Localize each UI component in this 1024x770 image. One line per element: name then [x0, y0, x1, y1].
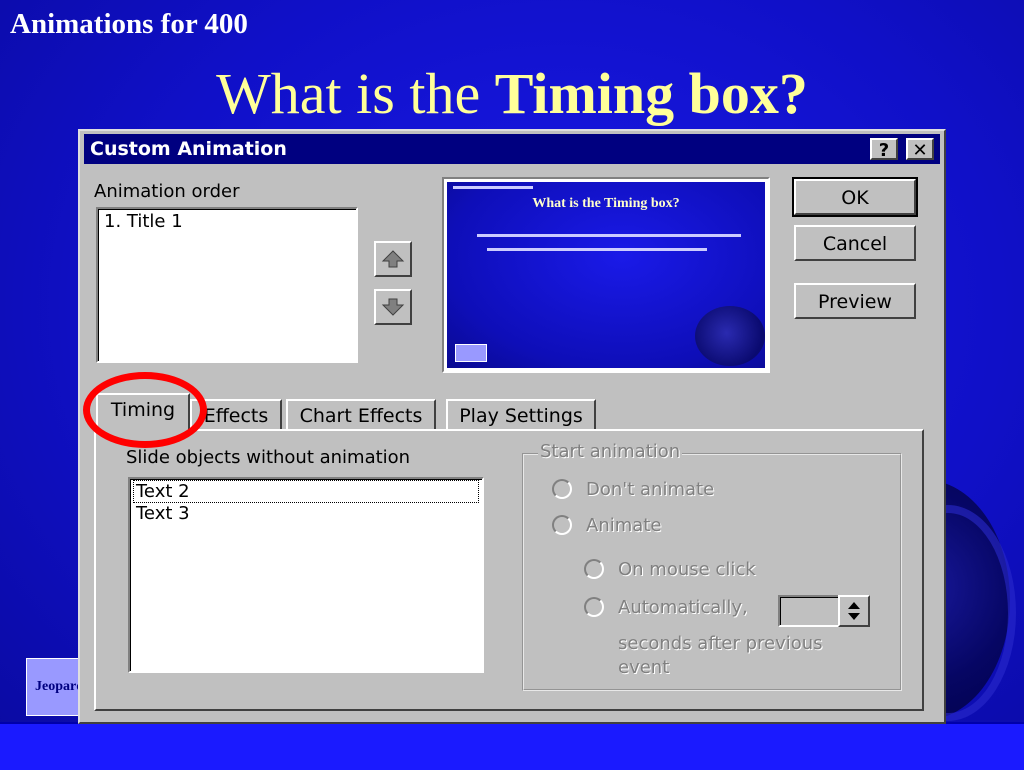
- up-arrow-icon: [381, 250, 405, 268]
- preview-globe: [695, 306, 765, 366]
- spin-arrows-icon: [848, 602, 860, 620]
- slide-question: What is the Timing box?: [0, 60, 1024, 127]
- slide-objects-label: Slide objects without animation: [126, 447, 411, 468]
- slide-object-item[interactable]: Text 3: [136, 503, 190, 524]
- animate-radio[interactable]: [552, 515, 572, 535]
- tab-play-settings[interactable]: Play Settings: [446, 399, 596, 431]
- ok-button[interactable]: OK: [792, 177, 918, 217]
- preview-bullet-line-2: [487, 248, 707, 251]
- down-arrow-icon: [381, 298, 405, 316]
- question-bold: Timing box?: [494, 61, 808, 126]
- move-up-button[interactable]: [374, 241, 412, 277]
- animation-order-label: Animation order: [94, 181, 240, 202]
- event-label: event: [618, 657, 670, 678]
- seconds-input[interactable]: [778, 595, 840, 627]
- preview-category-line: [453, 186, 533, 189]
- slide-category-title: Animations for 400: [10, 8, 248, 40]
- custom-animation-dialog: Custom Animation ? ✕ Animation order 1. …: [78, 129, 946, 724]
- preview-button[interactable]: Preview: [794, 283, 916, 319]
- animation-order-item[interactable]: 1. Title 1: [104, 211, 183, 232]
- seconds-spin-button[interactable]: [838, 595, 870, 627]
- preview-bullet-line-1: [477, 234, 741, 237]
- dialog-title: Custom Animation: [90, 138, 287, 160]
- slide-objects-list[interactable]: Text 2 Text 3: [128, 477, 484, 673]
- on-mouse-click-radio[interactable]: [584, 559, 604, 579]
- question-prefix: What is the: [216, 61, 495, 126]
- preview-title: What is the Timing box?: [532, 196, 680, 211]
- dialog-titlebar: Custom Animation ? ✕: [84, 134, 940, 164]
- on-mouse-click-label: On mouse click: [618, 559, 756, 580]
- animation-order-list[interactable]: 1. Title 1: [96, 207, 358, 363]
- animate-label: Animate: [586, 515, 662, 536]
- automatically-label: Automatically,: [618, 597, 748, 618]
- start-animation-label: Start animation: [538, 441, 683, 462]
- automatically-radio[interactable]: [584, 597, 604, 617]
- cancel-button[interactable]: Cancel: [794, 225, 916, 261]
- help-button[interactable]: ?: [870, 138, 898, 161]
- close-button[interactable]: ✕: [906, 138, 934, 161]
- slide-object-item[interactable]: Text 2: [133, 480, 479, 503]
- preview-slide: What is the Timing box?: [447, 182, 765, 368]
- slide-bottom-bar: [0, 722, 1024, 770]
- preview-jeopardy-button: [455, 344, 487, 362]
- seconds-after-label: seconds after previous: [618, 633, 823, 654]
- seconds-stepper[interactable]: [778, 595, 872, 627]
- slide-preview: What is the Timing box?: [442, 177, 770, 373]
- highlight-circle: [83, 372, 207, 448]
- move-down-button[interactable]: [374, 289, 412, 325]
- dont-animate-radio[interactable]: [552, 479, 572, 499]
- tab-chart-effects[interactable]: Chart Effects: [286, 399, 436, 431]
- dont-animate-label: Don't animate: [586, 479, 715, 500]
